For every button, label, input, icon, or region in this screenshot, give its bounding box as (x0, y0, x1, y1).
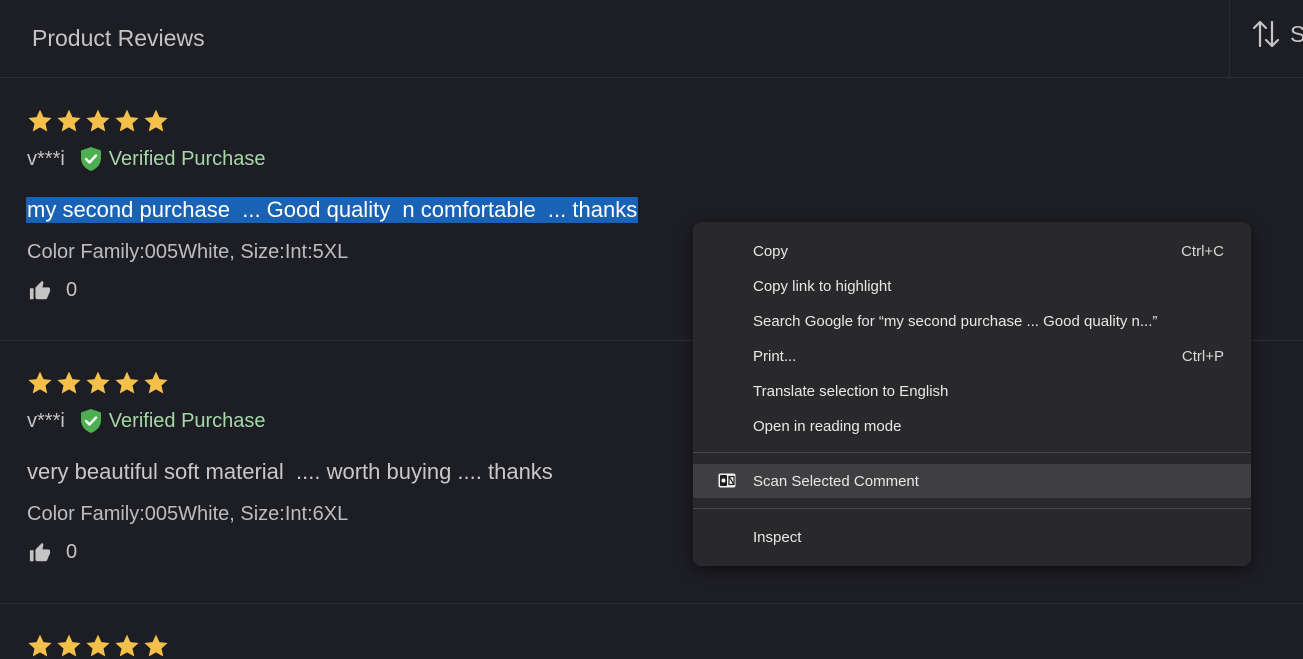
star-rating (27, 633, 169, 659)
menu-item-label: Inspect (753, 528, 802, 546)
like-button[interactable]: 0 (29, 541, 77, 564)
like-count: 0 (66, 541, 78, 563)
review-comment[interactable]: very beautiful soft material .... worth … (27, 459, 553, 485)
star-icon (86, 109, 110, 132)
thumbs-up-icon (29, 280, 51, 299)
star-icon (144, 109, 168, 132)
extension-icon (718, 473, 736, 492)
star-icon (144, 634, 168, 657)
menu-item-copy-link-to-highlight[interactable]: Copy link to highlight (693, 269, 1251, 303)
menu-item-label: Search Google for “my second purchase ..… (753, 312, 1158, 330)
menu-item-label: Open in reading mode (753, 417, 902, 435)
star-rating (27, 370, 169, 396)
menu-item-reading-mode[interactable]: Open in reading mode (693, 409, 1251, 443)
reviews-header: Product Reviews Sort (0, 0, 1303, 78)
reviewer-info: v***i Verified Purchase (27, 146, 266, 172)
star-icon (28, 634, 52, 657)
star-icon (144, 371, 168, 394)
header-divider (1229, 0, 1230, 78)
menu-item-print[interactable]: Print... Ctrl+P (693, 339, 1251, 373)
page-title: Product Reviews (32, 25, 205, 51)
star-icon (28, 371, 52, 394)
reviewer-name: v***i (27, 147, 65, 170)
menu-item-label: Translate selection to English (753, 382, 949, 400)
star-icon (86, 371, 110, 394)
star-icon (28, 109, 52, 132)
product-variant: Color Family:005White, Size:Int:5XL (27, 241, 349, 263)
menu-item-shortcut: Ctrl+C (1181, 242, 1224, 260)
menu-separator (693, 508, 1251, 509)
menu-item-search-google[interactable]: Search Google for “my second purchase ..… (693, 304, 1251, 338)
menu-item-label: Copy link to highlight (753, 277, 892, 295)
star-icon (57, 109, 81, 132)
menu-item-label: Copy (753, 242, 789, 260)
verified-purchase-label: Verified Purchase (108, 147, 266, 170)
verified-purchase-label: Verified Purchase (108, 409, 266, 432)
star-rating (27, 108, 169, 134)
like-button[interactable]: 0 (29, 279, 77, 302)
star-icon (115, 109, 139, 132)
reviewer-info: v***i Verified Purchase (27, 408, 266, 434)
menu-item-shortcut: Ctrl+P (1181, 347, 1224, 365)
star-icon (86, 634, 110, 657)
like-count: 0 (66, 279, 78, 301)
review-comment[interactable]: my second purchase ... Good quality n co… (26, 197, 639, 223)
star-icon (57, 634, 81, 657)
menu-item-label: Print... (753, 347, 797, 365)
star-icon (115, 371, 139, 394)
verified-shield-icon (79, 408, 103, 434)
menu-item-inspect[interactable]: Inspect (693, 520, 1251, 554)
menu-item-translate[interactable]: Translate selection to English (693, 374, 1251, 408)
product-variant: Color Family:005White, Size:Int:6XL (27, 503, 349, 525)
menu-item-copy[interactable]: Copy Ctrl+C (693, 234, 1251, 268)
star-icon (57, 371, 81, 394)
sort-arrows-icon (1252, 20, 1280, 48)
context-menu: Copy Ctrl+C Copy link to highlight Searc… (693, 222, 1251, 566)
sort-button[interactable]: Sort (1252, 16, 1303, 52)
menu-item-label: Scan Selected Comment (753, 472, 919, 490)
thumbs-up-icon (29, 542, 51, 561)
star-icon (115, 634, 139, 657)
menu-separator (693, 452, 1251, 453)
verified-shield-icon (79, 146, 103, 172)
reviewer-name: v***i (27, 409, 65, 432)
review-item (0, 604, 1303, 657)
menu-item-scan-selected-comment[interactable]: Scan Selected Comment (693, 464, 1251, 498)
sort-label: Sort (1290, 20, 1303, 47)
